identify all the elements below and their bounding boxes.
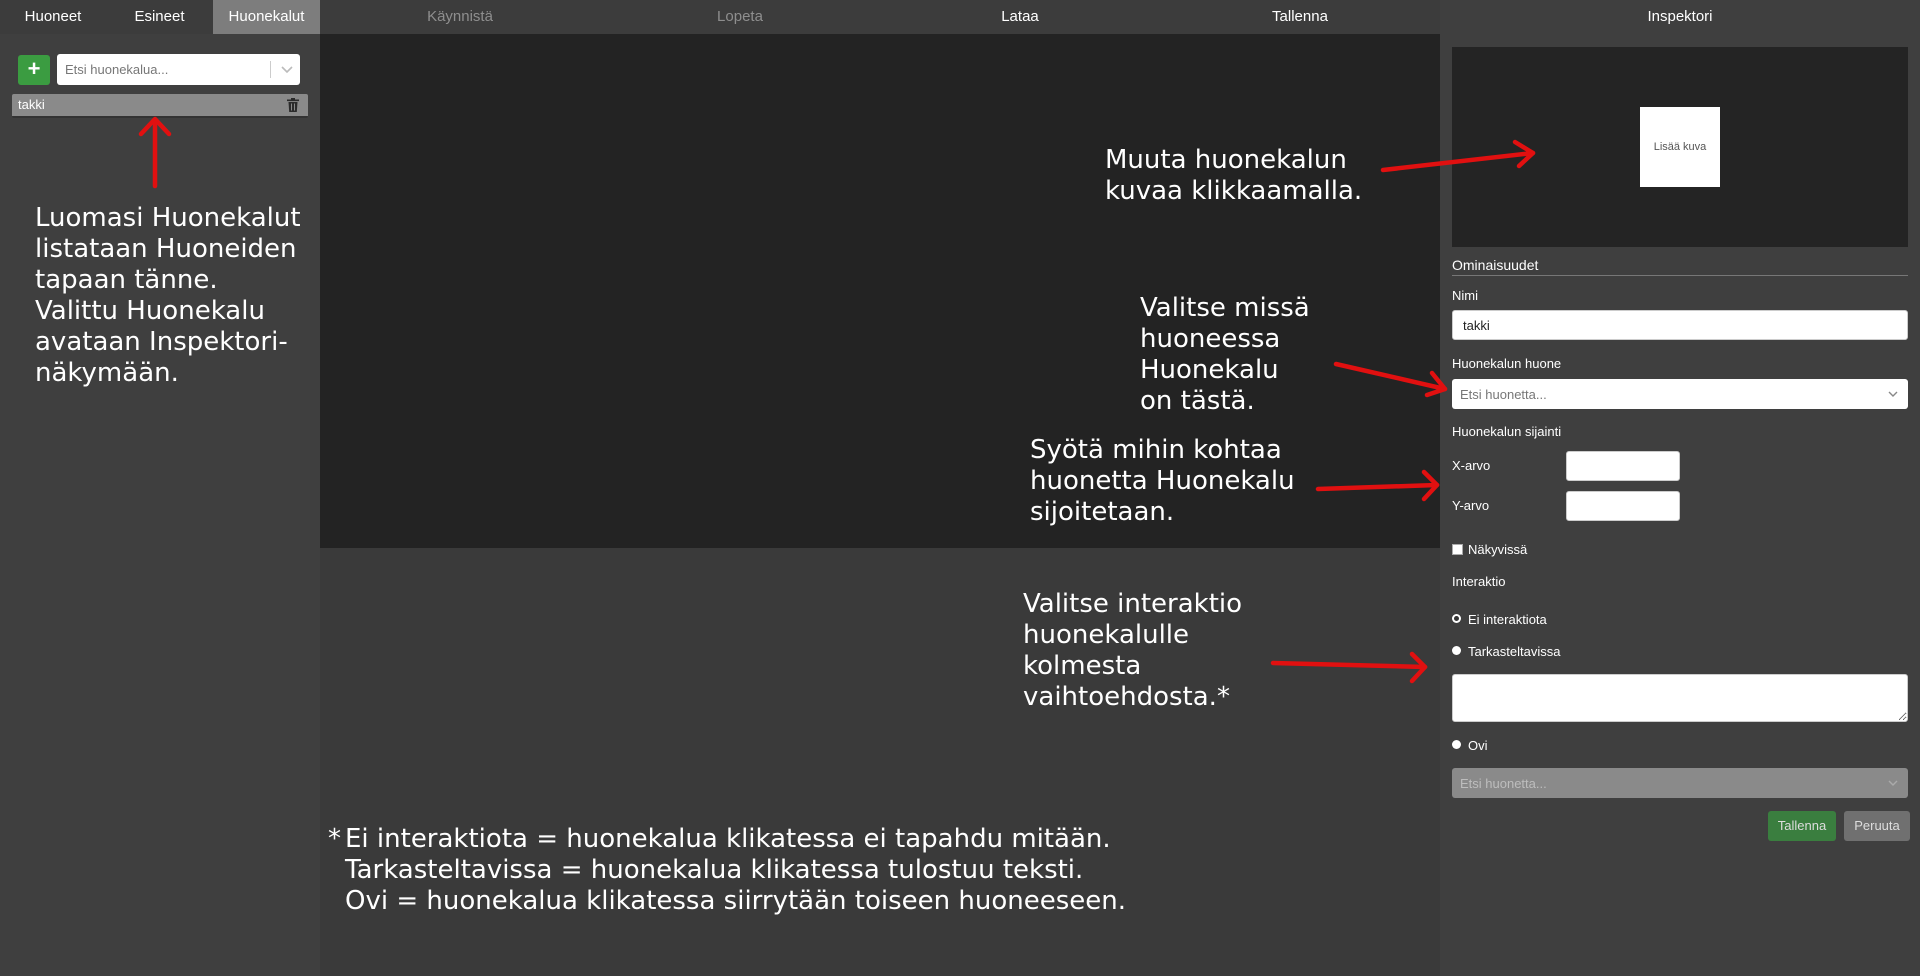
start-button[interactable]: Käynnistä [320, 0, 600, 34]
name-field[interactable] [1452, 310, 1908, 340]
room-select[interactable]: Etsi huonetta... [1452, 379, 1908, 409]
chevron-down-icon[interactable] [279, 61, 295, 77]
visible-checkbox[interactable] [1452, 544, 1463, 555]
list-item-label: takki [18, 97, 45, 112]
inspector-title: Inspektori [1647, 8, 1713, 25]
room-label: Huonekalun huone [1452, 356, 1562, 371]
image-preview-area: Lisää kuva [1452, 47, 1908, 247]
trash-icon[interactable] [287, 98, 299, 112]
properties-title: Ominaisuudet [1452, 257, 1908, 276]
radio-inspectable-label: Tarkasteltavissa [1468, 644, 1561, 659]
footnote-annotation: Ei interaktiota = huonekalua klikatessa … [345, 824, 1127, 916]
image-annotation: Muuta huonekalun kuvaa klikkaamalla. [1105, 145, 1363, 206]
door-target-select: Etsi huonetta... [1452, 768, 1908, 798]
location-label: Huonekalun sijainti [1452, 424, 1562, 439]
chevron-down-icon [1888, 780, 1898, 786]
x-label: X-arvo [1452, 458, 1491, 473]
save-button[interactable]: Tallenna [1768, 811, 1836, 841]
radio-no-interaction-label: Ei interaktiota [1468, 612, 1547, 627]
furniture-search[interactable] [57, 54, 300, 85]
inspect-text-area[interactable] [1452, 674, 1908, 722]
list-item[interactable]: takki [12, 94, 308, 118]
interaction-label: Interaktio [1452, 574, 1506, 589]
furniture-sidebar: + takki [0, 34, 320, 976]
chevron-down-icon[interactable] [1886, 387, 1900, 401]
radio-door[interactable] [1452, 740, 1461, 749]
tab-huoneet[interactable]: Huoneet [0, 0, 106, 34]
room-select-placeholder: Etsi huonetta... [1460, 387, 1547, 402]
y-field[interactable] [1566, 491, 1680, 521]
add-furniture-button[interactable]: + [18, 55, 50, 85]
tab-esineet[interactable]: Esineet [106, 0, 213, 34]
position-annotation: Syötä mihin kohtaa huonetta Huonekalu si… [1030, 435, 1295, 527]
visible-label: Näkyvissä [1468, 542, 1528, 557]
inspector-panel: Inspektori Lisää kuva Ominaisuudet Nimi … [1440, 0, 1920, 976]
cancel-button[interactable]: Peruuta [1844, 811, 1910, 841]
radio-door-label: Ovi [1468, 738, 1488, 753]
y-label: Y-arvo [1452, 498, 1490, 513]
stop-button[interactable]: Lopeta [600, 0, 880, 34]
interaction-annotation: Valitse interaktio huonekalulle kolmesta… [1023, 589, 1243, 712]
footnote-star: * [328, 824, 341, 854]
name-label: Nimi [1452, 288, 1478, 303]
room-annotation: Valitse missä huoneessa Huonekalu on täs… [1140, 293, 1310, 416]
radio-no-interaction[interactable] [1452, 614, 1461, 623]
add-image-button[interactable]: Lisää kuva [1640, 107, 1720, 187]
furniture-search-input[interactable] [57, 54, 265, 85]
search-separator [270, 61, 271, 78]
x-field[interactable] [1566, 451, 1680, 481]
load-button[interactable]: Lataa [880, 0, 1160, 34]
radio-inspectable[interactable] [1452, 646, 1461, 655]
tab-huonekalut[interactable]: Huonekalut [213, 0, 320, 34]
sidebar-annotation: Luomasi Huonekalut listataan Huoneiden t… [35, 203, 301, 388]
door-select-placeholder: Etsi huonetta... [1460, 776, 1547, 791]
save-project-button[interactable]: Tallenna [1160, 0, 1440, 34]
